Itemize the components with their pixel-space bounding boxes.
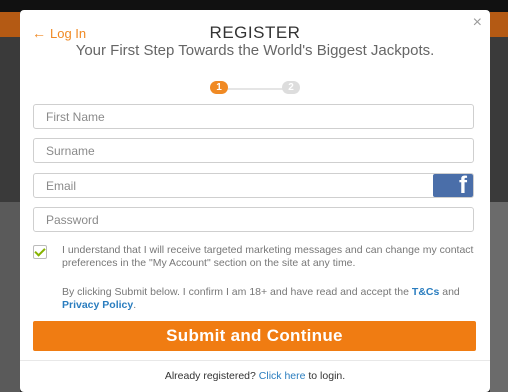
disclaimer-prefix: By clicking Submit below. I confirm I am…: [62, 286, 412, 298]
footer-login-prompt: Already registered? Click here to login.: [20, 370, 490, 382]
register-modal: ← Log In × REGISTER Your First Step Towa…: [20, 10, 490, 392]
step-connector: [228, 88, 284, 90]
terms-disclaimer: By clicking Submit below. I confirm I am…: [62, 286, 478, 311]
surname-field[interactable]: [33, 138, 474, 163]
step-2-badge: 2: [282, 81, 300, 94]
first-name-field[interactable]: [33, 104, 474, 129]
privacy-policy-link[interactable]: Privacy Policy: [62, 299, 133, 311]
step-1-badge: 1: [210, 81, 228, 94]
email-field[interactable]: [33, 173, 474, 198]
backdrop-left: [0, 12, 20, 392]
modal-title: REGISTER: [209, 23, 301, 42]
footer-suffix: to login.: [305, 370, 346, 382]
backdrop-right: [490, 12, 508, 392]
consent-text: I understand that I will receive targete…: [62, 244, 474, 269]
disclaimer-suffix: .: [133, 298, 137, 311]
step-indicator: 1 2: [210, 81, 300, 95]
password-field[interactable]: [33, 207, 474, 232]
modal-subtitle: Your First Step Towards the World's Bigg…: [75, 42, 435, 59]
consent-checkbox[interactable]: [33, 245, 47, 259]
facebook-button[interactable]: f: [433, 172, 473, 199]
footer-prefix: Already registered?: [164, 370, 259, 382]
tcs-link[interactable]: T&Cs: [412, 286, 439, 298]
facebook-icon: f: [459, 172, 467, 199]
footer-divider: [20, 360, 490, 361]
submit-button[interactable]: Submit and Continue: [33, 321, 476, 351]
login-here-link[interactable]: Click here: [259, 370, 306, 382]
disclaimer-and: and: [439, 286, 460, 298]
